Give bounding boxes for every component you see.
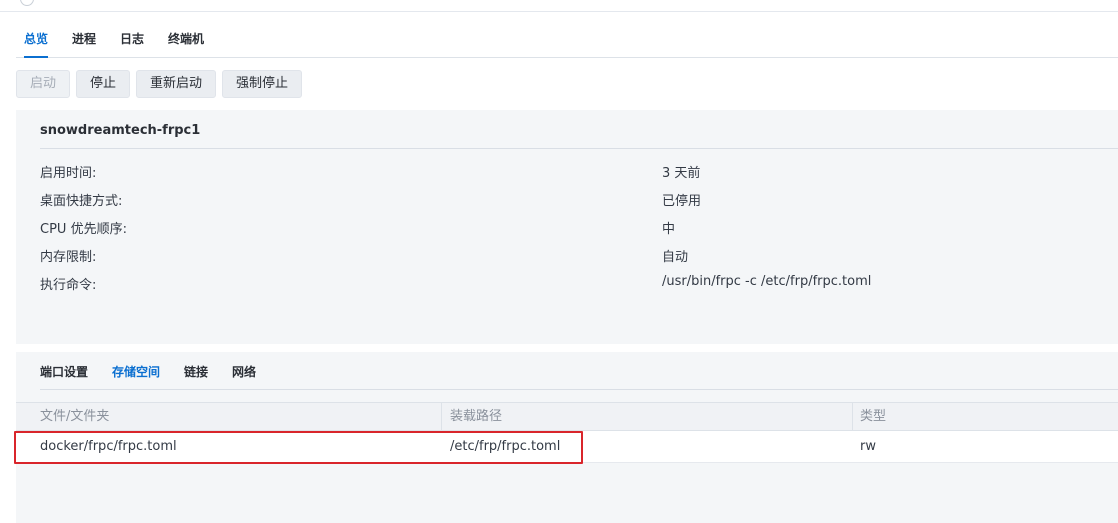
shortcut-label: 桌面快捷方式:	[40, 194, 123, 209]
container-name: snowdreamtech-frpc1	[40, 123, 201, 138]
tab-network[interactable]: 网络	[232, 363, 256, 381]
cell-type: rw	[860, 439, 876, 454]
sub-tab-bar: 端口设置 存储空间 链接 网络	[40, 362, 1118, 390]
table-row[interactable]: docker/frpc/frpc.toml /etc/frp/frpc.toml…	[16, 431, 1118, 463]
top-strip	[0, 0, 1118, 12]
column-header-file[interactable]: 文件/文件夹	[40, 403, 109, 431]
column-header-type[interactable]: 类型	[860, 403, 886, 431]
tab-processes[interactable]: 进程	[72, 29, 96, 49]
cpu-priority-label: CPU 优先顺序:	[40, 222, 127, 237]
command-value: /usr/bin/frpc -c /etc/frp/frpc.toml	[662, 274, 872, 289]
shortcut-value: 已停用	[662, 194, 702, 209]
cpu-priority-value: 中	[662, 222, 676, 237]
column-divider[interactable]	[852, 403, 853, 431]
start-button[interactable]: 启动	[16, 70, 70, 98]
cell-mount-path: /etc/frp/frpc.toml	[450, 439, 561, 454]
restart-button[interactable]: 重新启动	[136, 70, 216, 98]
tab-port-settings[interactable]: 端口设置	[40, 363, 88, 381]
table-header: 文件/文件夹 装载路径 类型	[16, 402, 1118, 431]
stop-button[interactable]: 停止	[76, 70, 130, 98]
window-icon	[20, 0, 34, 6]
tab-overview[interactable]: 总览	[24, 29, 49, 58]
tab-links[interactable]: 链接	[184, 363, 208, 381]
column-header-mount-path[interactable]: 装载路径	[450, 403, 502, 431]
container-info-panel: snowdreamtech-frpc1 启用时间: 3 天前 桌面快捷方式: 已…	[16, 110, 1118, 344]
uptime-label: 启用时间:	[40, 166, 97, 181]
cell-file: docker/frpc/frpc.toml	[40, 439, 177, 454]
column-divider[interactable]	[441, 403, 442, 431]
memory-limit-value: 自动	[662, 250, 689, 265]
uptime-value: 3 天前	[662, 166, 701, 181]
divider	[40, 148, 1118, 149]
tab-storage[interactable]: 存储空间	[112, 363, 160, 381]
force-stop-button[interactable]: 强制停止	[222, 70, 302, 98]
main-tab-bar: 总览 进程 日志 终端机	[16, 27, 1118, 58]
memory-limit-label: 内存限制:	[40, 250, 97, 265]
command-label: 执行命令:	[40, 278, 97, 293]
tab-logs[interactable]: 日志	[120, 29, 144, 49]
tab-terminal[interactable]: 终端机	[168, 29, 204, 49]
